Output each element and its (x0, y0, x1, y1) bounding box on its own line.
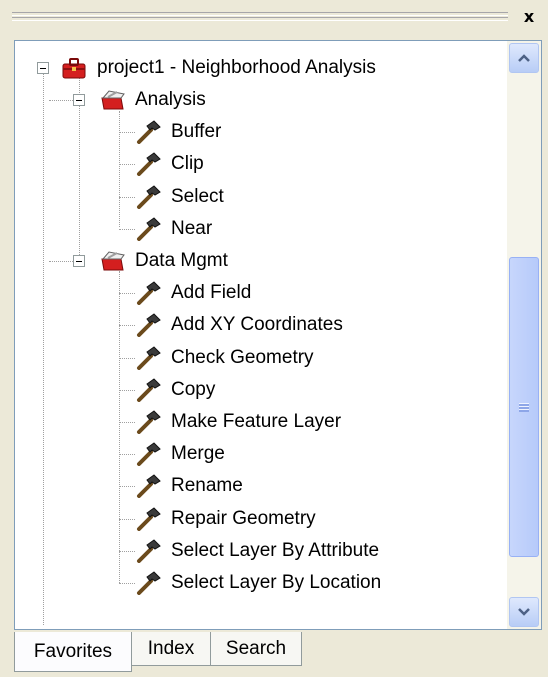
tree-tool-item[interactable]: Add XY Coordinates (133, 310, 343, 340)
hammer-icon (133, 504, 165, 534)
group-collapse-toggle[interactable] (73, 255, 85, 267)
tree-group-item[interactable]: Data Mgmt (97, 246, 228, 276)
tree-group-label: Analysis (135, 89, 206, 110)
hammer-icon (133, 182, 165, 212)
tree-tool-item[interactable]: Clip (133, 149, 204, 179)
hammer-icon (133, 310, 165, 340)
tree-root-item[interactable]: project1 - Neighborhood Analysis (59, 53, 376, 83)
title-grip-lower[interactable] (12, 17, 508, 21)
tree-guide-branch (49, 261, 75, 262)
tree-group-label: Data Mgmt (135, 250, 228, 271)
tree-tool-item[interactable]: Merge (133, 439, 225, 469)
tree-tool-label: Select Layer By Attribute (171, 539, 380, 561)
hammer-icon (133, 214, 165, 244)
toolbox-tree: project1 - Neighborhood Analysis Analysi… (15, 41, 505, 629)
hammer-icon (133, 536, 165, 566)
tree-tool-item[interactable]: Buffer (133, 117, 221, 147)
tree-tool-item[interactable]: Add Field (133, 278, 251, 308)
vertical-scrollbar[interactable] (507, 41, 541, 629)
tree-tool-label: Select (171, 185, 224, 207)
scroll-thumb[interactable] (509, 257, 539, 557)
tree-tool-item[interactable]: Make Feature Layer (133, 407, 341, 437)
toolbox-icon (59, 53, 91, 83)
title-grip[interactable] (12, 12, 508, 16)
hammer-icon (133, 471, 165, 501)
hammer-icon (133, 278, 165, 308)
tree-tool-item[interactable]: Repair Geometry (133, 504, 316, 534)
thumb-grip-icon (519, 402, 529, 412)
title-bar: x (0, 0, 548, 36)
tree-tool-label: Near (171, 217, 213, 239)
tree-group-item[interactable]: Analysis (97, 85, 206, 115)
hammer-icon (133, 568, 165, 598)
tree-tool-label: Check Geometry (171, 346, 314, 368)
hammer-icon (133, 375, 165, 405)
tree-root-label: project1 - Neighborhood Analysis (97, 57, 376, 78)
root-collapse-toggle[interactable] (37, 62, 49, 74)
open-toolbox-icon (97, 85, 129, 115)
tree-tool-label: Make Feature Layer (171, 411, 342, 432)
chevron-up-icon (518, 54, 530, 62)
tree-guide-datamgmt (119, 271, 120, 583)
open-toolbox-icon (97, 246, 129, 276)
tree-tool-label: Merge (171, 443, 225, 465)
hammer-icon (133, 149, 165, 179)
tree-tool-label: Repair Geometry (171, 507, 316, 529)
tree-tool-label: Clip (171, 153, 204, 175)
tab-index[interactable]: Index (131, 632, 211, 666)
hammer-icon (133, 439, 165, 469)
hammer-icon (133, 407, 165, 437)
scroll-up-button[interactable] (509, 43, 539, 73)
tree-tool-label: Rename (171, 475, 243, 497)
tree-guide-analysis (119, 111, 120, 227)
tab-strip: Favorites Index Search (14, 632, 534, 672)
hammer-icon (133, 117, 165, 147)
tree-tool-label: Buffer (171, 121, 222, 143)
tree-tool-label: Add Field (171, 282, 252, 304)
tree-tool-item[interactable]: Copy (133, 375, 215, 405)
hammer-icon (133, 343, 165, 373)
tree-guide-branch (49, 100, 75, 101)
close-button[interactable]: x (518, 6, 540, 28)
tree-tool-label: Add XY Coordinates (171, 314, 343, 336)
tree-tool-label: Select Layer By Location (171, 572, 382, 593)
tree-tool-label: Copy (171, 378, 216, 400)
tree-tool-item[interactable]: Select (133, 182, 224, 212)
tree-tool-item[interactable]: Near (133, 214, 212, 244)
group-collapse-toggle[interactable] (73, 94, 85, 106)
tree-tool-item[interactable]: Rename (133, 471, 243, 501)
scroll-down-button[interactable] (509, 597, 539, 627)
tree-tool-item[interactable]: Select Layer By Attribute (133, 536, 379, 566)
tree-tool-item[interactable]: Check Geometry (133, 343, 314, 373)
tab-search[interactable]: Search (210, 632, 302, 666)
tree-tool-item[interactable]: Select Layer By Location (133, 568, 381, 598)
tree-guide-root (43, 65, 44, 625)
favorites-tree-panel: project1 - Neighborhood Analysis Analysi… (14, 40, 542, 630)
chevron-down-icon (518, 608, 530, 616)
tab-favorites[interactable]: Favorites (14, 632, 132, 672)
